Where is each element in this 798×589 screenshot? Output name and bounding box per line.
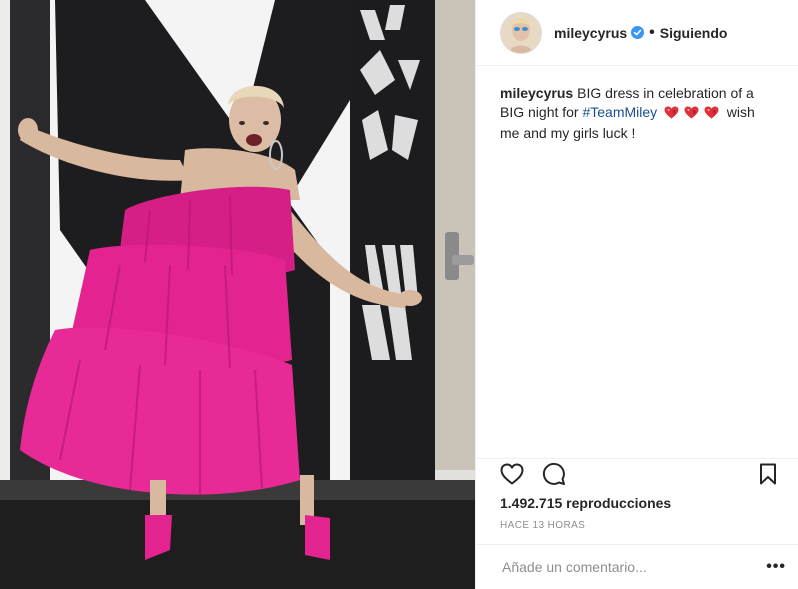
heart-emoji-icon <box>664 106 679 119</box>
post-media[interactable] <box>0 0 475 589</box>
heart-icon <box>500 463 524 484</box>
post-photo <box>0 0 475 589</box>
avatar[interactable] <box>500 11 542 54</box>
comment-input[interactable] <box>500 558 767 576</box>
verified-badge-icon <box>631 26 645 39</box>
comment-form: ••• <box>476 544 798 589</box>
post-header: mileycyrus • Siguiendo <box>476 0 798 66</box>
view-count[interactable]: 1.492.715 reproducciones <box>500 495 671 511</box>
avatar-image <box>501 12 541 53</box>
header-separator: • <box>649 23 655 41</box>
caption-emojis <box>664 105 720 124</box>
caption-username[interactable]: mileycyrus <box>500 85 573 101</box>
comment-button[interactable] <box>540 460 568 488</box>
post-timestamp[interactable]: HACE 13 HORAS <box>500 520 585 531</box>
post-actions <box>476 458 798 488</box>
save-button[interactable] <box>754 460 782 488</box>
following-button[interactable]: Siguiendo <box>660 25 728 41</box>
post-caption: mileycyrus BIG dress in celebration of a … <box>476 66 798 143</box>
bookmark-icon <box>760 463 776 484</box>
comment-icon <box>542 462 565 485</box>
more-options-button[interactable]: ••• <box>766 558 786 576</box>
like-button[interactable] <box>498 460 526 488</box>
post-side-panel: mileycyrus • Siguiendo mileycyrus BIG dre… <box>475 0 798 589</box>
caption-hashtag[interactable]: #TeamMiley <box>582 104 657 120</box>
heart-emoji-icon <box>704 106 719 119</box>
heart-emoji-icon <box>684 106 699 119</box>
header-username[interactable]: mileycyrus <box>554 25 627 41</box>
